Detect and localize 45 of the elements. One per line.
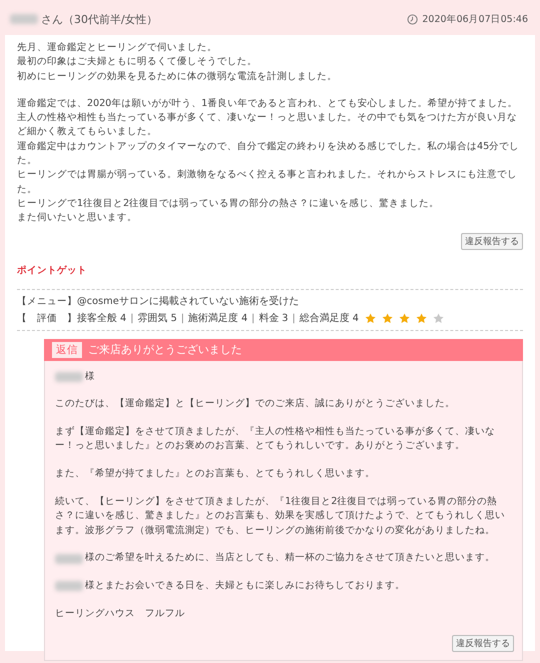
reply-paragraph: 様とまたお会いできる日を、夫婦ともに楽しみにお待ちしております。 <box>85 579 405 594</box>
rating-item: 総合満足度 4 <box>299 312 359 325</box>
menu-value: @cosmeサロンに掲載されていない施術を受けた <box>77 294 299 308</box>
redacted-name <box>10 14 38 24</box>
review-text: ヒーリングでは胃腸が弱っている。刺激物をなるべく控える事と言われました。それからストレスにも注意でした。 <box>17 168 518 197</box>
rating-item: 施術満足度 4 <box>188 312 248 325</box>
reply-paragraph: 続いて、【ヒーリング】をさせて頂きましたが、『1往復目と2往復目では弱っている胃の部分の熱さ？に違いを感じ、驚きました』とのお言葉も、効果を実感して頂けたようで、とてもうれしく思います。波形グラフ（微弱電流測定）でも、ヒーリングの施術前後でかなりの変化がありましたね。 <box>55 495 506 538</box>
separator: | <box>252 312 255 324</box>
star-icon <box>382 312 393 324</box>
reply-paragraph: このたびは、【運命鑑定】と【ヒーリング】でのご来店、誠にありがとうございました。 <box>55 397 456 412</box>
review-text: 先月、運命鑑定とヒーリングで伺いました。 <box>17 41 218 55</box>
review-text: 最初の印象はご夫婦ともに明るくて優しそうでした。 <box>17 55 258 70</box>
clock-icon <box>407 14 418 24</box>
reply-paragraph: また、『希望が持てました』とのお言葉も、とてもうれしく思います。 <box>55 467 376 482</box>
reply-paragraph: まず【運命鑑定】をさせて頂きましたが、『主人の性格や相性も当たっている事が多くて、凄いなー！っと思いました』とのお褒めのお言葉、とてもうれしいです。ありがとうございます。 <box>55 425 496 454</box>
reply-badge: 返信 <box>52 342 82 358</box>
redacted-name <box>55 554 83 564</box>
review-text: 運命鑑定中はカウントアップのタイマーなので、自分で鑑定の終わりを決める感じでした。私の場合は45分でした。 <box>17 140 520 168</box>
report-button[interactable]: 違反報告する <box>452 634 514 652</box>
reply-paragraph: 様 <box>85 370 95 384</box>
reviewer-info: さん（30代前半/女性） <box>41 12 158 26</box>
star-icon <box>398 312 410 324</box>
review-text: また伺いたいと思います。 <box>17 211 138 226</box>
point-label: ポイントゲット <box>17 264 88 277</box>
rating-item: 接客全般 4 <box>77 312 126 325</box>
menu-label: 【メニュー】 <box>17 294 77 308</box>
review-text: 運命鑑定では、2020年は願いがが叶う、1番良い年であると言われ、とても安心しました。希望が持てました。主人の性格や相性も当たっている事が多くて、凄いなー！っと思いました。その中でも気をつけた方が良い月など細かく教えてもらいました。 <box>17 96 519 140</box>
star-icon <box>432 312 444 324</box>
rating-item: 雰囲気 5 <box>138 312 177 325</box>
rating-label: 【 評価 】 <box>17 312 77 325</box>
review-text: ヒーリングで1往復目と2往復目では弱っている胃の部分の熱さ？に違いを感じ、驚きました。 <box>17 196 440 211</box>
star-icon <box>416 312 427 324</box>
reply-paragraph: 様のご希望を叶えるために、当店としても、精一杯のご協力をさせて頂きたいと思います。 <box>85 551 495 566</box>
redacted-name <box>55 581 83 592</box>
rating-item: 料金 3 <box>258 312 288 325</box>
reply-title: ご来店ありがとうございました <box>88 342 242 358</box>
reply-paragraph: ヒーリングハウス フルフル <box>55 607 186 622</box>
report-button[interactable]: 違反報告する <box>461 232 523 250</box>
redacted-name <box>55 372 83 382</box>
star-icon <box>364 312 376 324</box>
review-text: 初めにヒーリングの効果を見るために体の微弱な電流を計測しました。 <box>17 70 338 84</box>
separator: | <box>180 312 184 324</box>
review-date: 2020年06月07日05:46 <box>422 12 528 26</box>
separator: | <box>130 312 134 324</box>
separator: | <box>292 312 296 324</box>
